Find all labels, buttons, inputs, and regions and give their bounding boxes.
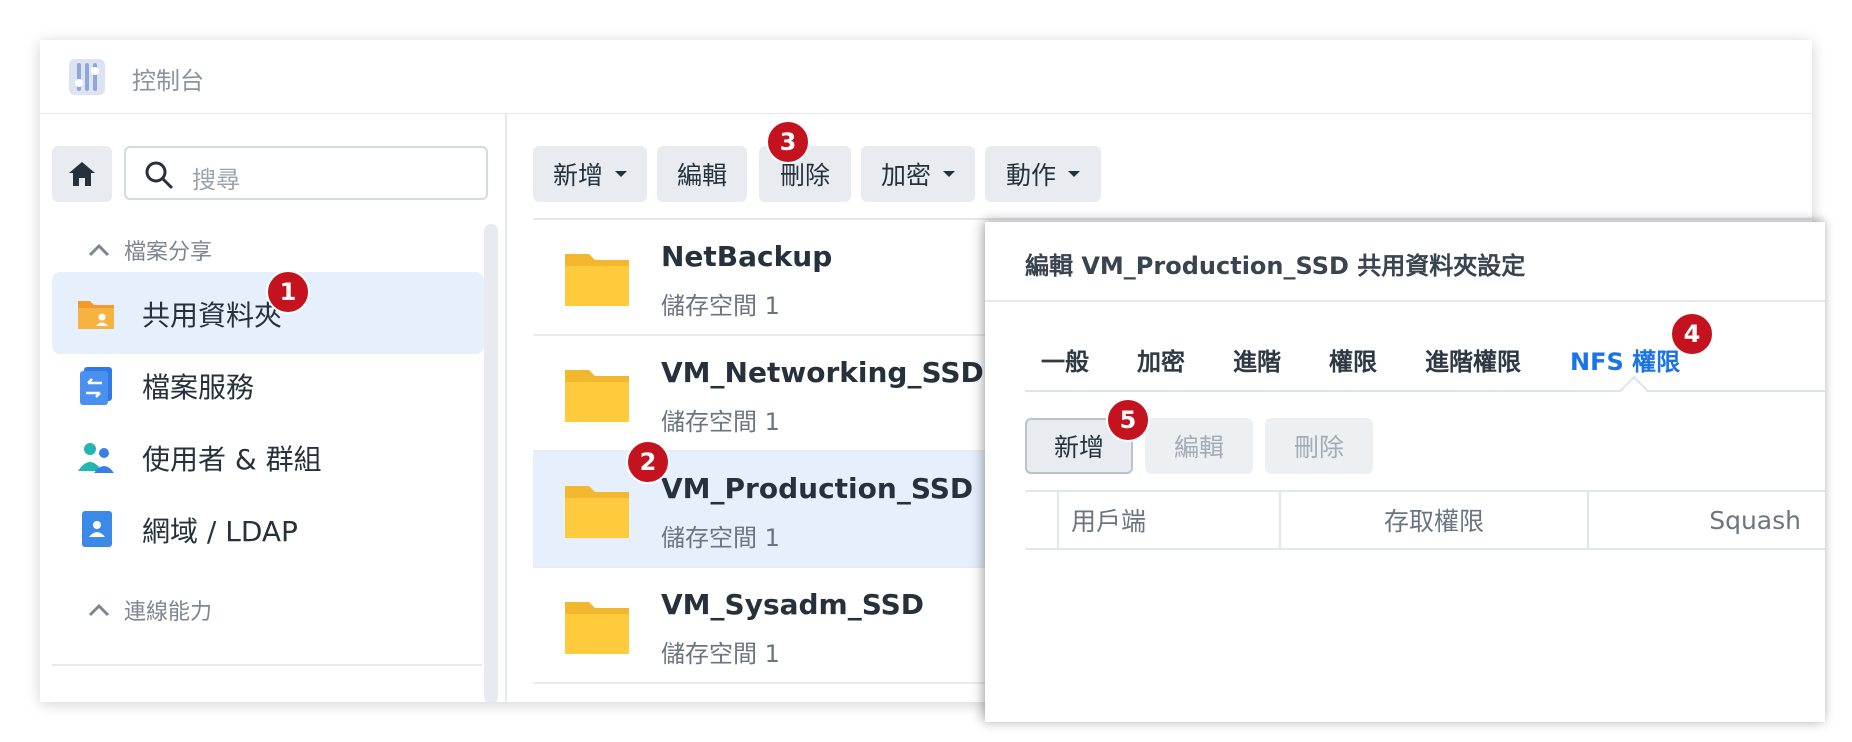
folder-row-selected[interactable]: VM_Production_SSD 儲存空間 1: [533, 452, 1033, 568]
tab-advanced[interactable]: 進階: [1233, 342, 1281, 377]
folder-volume: 儲存空間 1: [661, 408, 780, 436]
search-placeholder: 搜尋: [192, 166, 240, 194]
tab-permissions[interactable]: 權限: [1329, 342, 1377, 377]
chevron-up-icon: [88, 603, 110, 617]
folder-name: VM_Sysadm_SSD: [661, 588, 925, 621]
sidebar-item-domain-ldap[interactable]: 網域 / LDAP: [52, 488, 484, 570]
dialog-header-divider: [985, 300, 1825, 302]
action-button[interactable]: 動作: [985, 146, 1101, 202]
sidebar-item-label: 共用資料夾: [142, 299, 283, 332]
annotation-badge-4: 4: [1670, 312, 1714, 356]
annotation-badge-3: 3: [766, 120, 810, 164]
nfs-create-label: 新增: [1053, 433, 1104, 462]
caret-down-icon: [1068, 171, 1080, 177]
annotation-badge-1: 1: [266, 270, 310, 314]
folder-name: NetBackup: [661, 240, 833, 273]
column-header-squash[interactable]: Squash: [1589, 492, 1821, 548]
app-title: 控制台: [132, 67, 204, 95]
sidebar-item-users-groups[interactable]: 使用者 & 群組: [52, 416, 484, 498]
folder-row[interactable]: VM_Sysadm_SSD 儲存空間 1: [533, 568, 1033, 684]
folder-icon: [565, 370, 629, 422]
sidebar-item-file-services[interactable]: 檔案服務: [52, 344, 484, 426]
folder-icon: [565, 486, 629, 538]
domain-ldap-icon: [82, 511, 112, 547]
tab-advanced-permissions[interactable]: 進階權限: [1425, 342, 1521, 377]
edit-shared-folder-dialog: 編輯 VM_Production_SSD 共用資料夾設定 一般 加密 進階 權限…: [985, 222, 1825, 722]
users-groups-icon: [78, 443, 114, 473]
folder-icon: [565, 254, 629, 306]
control-panel-app-icon: [69, 59, 105, 95]
encrypt-label: 加密: [880, 161, 931, 190]
home-icon: [69, 162, 95, 186]
caret-down-icon: [615, 171, 627, 177]
folder-volume: 儲存空間 1: [661, 524, 780, 552]
encrypt-button[interactable]: 加密: [861, 146, 975, 202]
edit-label: 編輯: [676, 161, 727, 190]
column-header-privilege[interactable]: 存取權限: [1281, 492, 1587, 548]
title-bar: 控制台: [40, 40, 1812, 114]
section-label: 連線能力: [124, 600, 213, 625]
sidebar-divider: [52, 664, 482, 666]
nfs-rules-table-header: 用戶端 存取權限 Squash: [1025, 490, 1825, 550]
caret-down-icon: [943, 171, 955, 177]
tab-underline: [1025, 390, 1825, 392]
file-services-icon: [80, 367, 112, 405]
column-header-client[interactable]: 用戶端: [1071, 492, 1281, 548]
section-file-sharing[interactable]: 檔案分享: [82, 234, 212, 266]
sidebar-item-label: 網域 / LDAP: [142, 515, 298, 548]
folder-name: VM_Networking_SSD: [661, 356, 984, 389]
nfs-edit-label: 編輯: [1173, 433, 1224, 462]
chevron-up-icon: [88, 243, 110, 257]
create-button[interactable]: 新增: [533, 146, 647, 202]
create-label: 新增: [552, 161, 603, 190]
section-label: 檔案分享: [124, 240, 213, 265]
sidebar-item-label: 使用者 & 群組: [142, 443, 322, 476]
folder-volume: 儲存空間 1: [661, 292, 780, 320]
search-input[interactable]: 搜尋: [124, 146, 488, 200]
action-label: 動作: [1005, 161, 1056, 190]
sidebar: 搜尋 檔案分享 共用資料夾 檔案服務 使用者 & 群組 網域 / LDAP 連線…: [40, 114, 505, 702]
shared-folder-icon: [78, 301, 114, 329]
tab-general[interactable]: 一般: [1041, 342, 1089, 377]
active-tab-indicator: [1619, 375, 1649, 405]
nfs-delete-button[interactable]: 刪除: [1265, 418, 1373, 474]
annotation-badge-5: 5: [1106, 398, 1150, 442]
column-divider: [1057, 492, 1059, 548]
sidebar-scrollbar[interactable]: [484, 224, 498, 702]
folder-icon: [565, 602, 629, 654]
home-button[interactable]: [52, 146, 112, 202]
folder-row[interactable]: VM_Networking_SSD 儲存空間 1: [533, 336, 1033, 452]
sidebar-item-label: 檔案服務: [142, 371, 255, 404]
section-connectivity[interactable]: 連線能力: [82, 594, 212, 626]
annotation-badge-2: 2: [626, 440, 670, 484]
tab-nfs-permissions[interactable]: NFS 權限: [1570, 342, 1680, 377]
tab-encryption[interactable]: 加密: [1137, 342, 1185, 377]
nfs-edit-button[interactable]: 編輯: [1145, 418, 1253, 474]
edit-button[interactable]: 編輯: [657, 146, 747, 202]
dialog-title: 編輯 VM_Production_SSD 共用資料夾設定: [1025, 252, 1526, 280]
folder-name: VM_Production_SSD: [661, 472, 974, 505]
nfs-delete-label: 刪除: [1293, 433, 1344, 462]
search-icon: [145, 161, 173, 189]
folder-row[interactable]: NetBackup 儲存空間 1: [533, 220, 1033, 336]
folder-volume: 儲存空間 1: [661, 640, 780, 668]
